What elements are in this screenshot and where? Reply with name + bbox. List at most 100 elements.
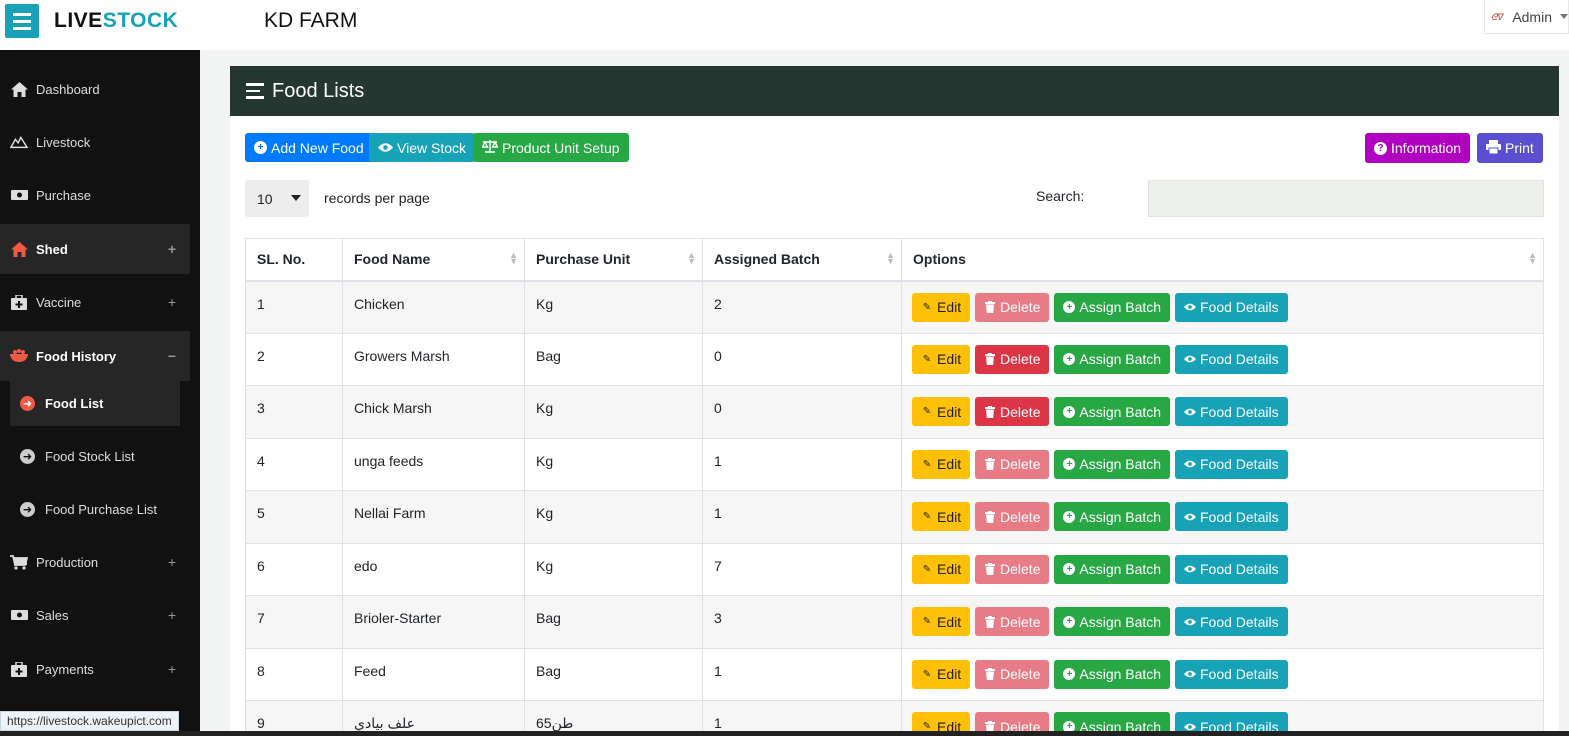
sidebar-item-purchase[interactable]: Purchase [0, 170, 190, 220]
delete-button[interactable]: Delete [975, 659, 1050, 689]
cell-options: ✎ Edit Delete + Assign Batch Food Details [901, 280, 1544, 334]
cell-purchase-unit: Bag [524, 595, 703, 649]
livestock-icon [10, 134, 28, 150]
column-header-purchase-unit[interactable]: Purchase Unit ▲ ▼ [524, 238, 703, 282]
edit-button[interactable]: ✎ Edit [912, 292, 971, 322]
assign-batch-button[interactable]: + Assign Batch [1054, 292, 1171, 322]
sidebar-item-shed[interactable]: Shed + [0, 224, 190, 274]
cell-sl-no: 3 [245, 385, 343, 439]
assign-batch-button[interactable]: + Assign Batch [1054, 344, 1171, 374]
question-circle-icon: ? [1374, 141, 1387, 155]
food-details-button[interactable]: Food Details [1174, 449, 1288, 479]
edit-icon: ✎ [922, 406, 932, 417]
column-header-options[interactable]: Options ▲ ▼ [901, 238, 1544, 282]
plus-circle-icon: + [254, 141, 267, 154]
eye-icon [1183, 563, 1196, 575]
card-header: Food Lists [230, 66, 1559, 116]
food-details-button[interactable]: Food Details [1174, 607, 1288, 636]
information-button[interactable]: ? Information [1365, 133, 1471, 163]
delete-button[interactable]: Delete [975, 449, 1050, 479]
chevron-down-icon [1560, 14, 1568, 19]
food-details-button[interactable]: Food Details [1174, 554, 1288, 584]
edit-button[interactable]: ✎ Edit [912, 344, 971, 374]
table-row: 1 Chicken Kg 2 ✎ Edit Delete + Assign Batch Fo… [245, 280, 1544, 334]
food-details-button[interactable]: Food Details [1174, 397, 1288, 426]
home-icon [10, 81, 28, 97]
assign-batch-button[interactable]: + Assign Batch [1054, 659, 1171, 689]
brand-logo[interactable]: LIVESTOCK [54, 9, 178, 33]
edit-button[interactable]: ✎ Edit [912, 607, 971, 636]
sidebar-item-sales[interactable]: Sales + [0, 590, 190, 640]
trash-icon [984, 353, 996, 365]
food-details-button[interactable]: Food Details [1174, 659, 1288, 689]
cell-purchase-unit: Kg [524, 280, 703, 334]
edit-icon: ✎ [922, 458, 932, 470]
trash-icon [984, 510, 996, 523]
edit-icon: ✎ [922, 511, 932, 522]
chevron-down-icon [291, 195, 301, 201]
sidebar: Dashboard Livestock Purchase Shed + Vacc… [0, 50, 200, 736]
delete-button[interactable]: Delete [975, 607, 1050, 636]
food-details-button[interactable]: Food Details [1174, 502, 1288, 531]
sidebar-item-vaccine[interactable]: Vaccine + [0, 277, 190, 327]
delete-button[interactable]: Delete [975, 554, 1050, 584]
table-row: 6 edo Kg 7 ✎ Edit Delete + Assign Batch Food D… [245, 542, 1544, 596]
delete-button[interactable]: Delete [975, 502, 1050, 531]
trash-icon [984, 615, 996, 628]
collapse-icon: − [167, 348, 176, 364]
delete-button[interactable]: Delete [975, 292, 1050, 322]
view-stock-button[interactable]: View Stock [369, 133, 475, 162]
user-menu-dropdown[interactable]: ᘓᐁ Admin [1484, 0, 1569, 34]
print-button[interactable]: Print [1477, 133, 1543, 163]
user-avatar-icon: ᘓᐁ [1491, 11, 1504, 22]
assign-batch-button[interactable]: + Assign Batch [1054, 449, 1171, 479]
sidebar-toggle-button[interactable] [5, 4, 39, 38]
delete-button[interactable]: Delete [975, 344, 1050, 374]
sidebar-item-payments[interactable]: Payments + [0, 644, 190, 694]
product-unit-setup-button[interactable]: Product Unit Setup [473, 133, 629, 162]
bottom-scrollbar[interactable] [0, 731, 1569, 736]
sidebar-item-food-history[interactable]: Food History − [0, 331, 190, 381]
records-per-page-select[interactable]: 10 [245, 180, 309, 217]
search-input[interactable] [1148, 180, 1544, 217]
sidebar-subitem-food-stock-list[interactable]: ➜ Food Stock List [10, 433, 180, 479]
add-new-food-button[interactable]: + Add New Food [245, 133, 373, 162]
edit-icon: ✎ [922, 301, 932, 313]
cell-purchase-unit: Bag [524, 647, 703, 701]
sidebar-item-livestock[interactable]: Livestock [0, 117, 190, 167]
cell-sl-no: 6 [245, 542, 343, 596]
assign-batch-button[interactable]: + Assign Batch [1054, 607, 1171, 636]
edit-button[interactable]: ✎ Edit [912, 554, 971, 584]
delete-button[interactable]: Delete [975, 397, 1050, 426]
column-header-assigned-batch[interactable]: Assigned Batch ▲ ▼ [702, 238, 902, 282]
cell-assigned-batch: 1 [702, 437, 902, 491]
edit-button[interactable]: ✎ Edit [912, 397, 971, 426]
plus-circle-icon: + [1063, 301, 1076, 313]
arrow-right-icon: ➜ [20, 448, 35, 464]
edit-button[interactable]: ✎ Edit [912, 659, 971, 689]
food-details-button[interactable]: Food Details [1174, 344, 1288, 374]
cell-purchase-unit: Bag [524, 332, 703, 386]
eye-icon [1183, 668, 1196, 680]
food-list-table: SL. No. Food Name ▲ ▼ Purchase Unit ▲ ▼ Assi… [245, 238, 1544, 736]
sidebar-subitem-food-list[interactable]: ➜ Food List [10, 380, 180, 426]
food-details-button[interactable]: Food Details [1174, 292, 1288, 322]
table-row: 4 unga feeds Kg 1 ✎ Edit Delete + Assign Batch… [245, 437, 1544, 491]
edit-button[interactable]: ✎ Edit [912, 449, 971, 479]
sidebar-item-dashboard[interactable]: Dashboard [0, 64, 190, 114]
sidebar-item-production[interactable]: Production + [0, 537, 190, 587]
column-header-food-name[interactable]: Food Name ▲ ▼ [342, 238, 525, 282]
edit-button[interactable]: ✎ Edit [912, 502, 971, 531]
eye-icon [1183, 406, 1196, 418]
cell-sl-no: 8 [245, 647, 343, 701]
column-header-sl-no[interactable]: SL. No. [245, 238, 343, 282]
assign-batch-button[interactable]: + Assign Batch [1054, 554, 1171, 584]
edit-icon: ✎ [922, 668, 932, 680]
plus-circle-icon: + [1063, 668, 1076, 680]
assign-batch-button[interactable]: + Assign Batch [1054, 502, 1171, 531]
food-bowl-icon [10, 348, 28, 364]
eye-icon [1183, 511, 1196, 523]
cell-options: ✎ Edit Delete + Assign Batch Food Details [901, 542, 1544, 596]
sidebar-subitem-food-purchase-list[interactable]: ➜ Food Purchase List [10, 486, 180, 532]
assign-batch-button[interactable]: + Assign Batch [1054, 397, 1171, 426]
